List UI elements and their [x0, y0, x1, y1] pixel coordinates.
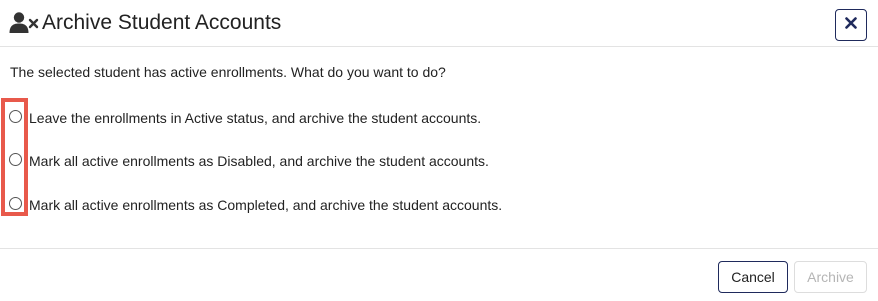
- close-icon: [845, 16, 857, 34]
- option-label[interactable]: Leave the enrollments in Active status, …: [29, 110, 481, 126]
- option-label[interactable]: Mark all active enrollments as Completed…: [29, 197, 502, 213]
- dialog-message: The selected student has active enrollme…: [10, 64, 446, 80]
- dialog-title: Archive Student Accounts: [42, 11, 282, 34]
- dialog-header: Archive Student Accounts: [0, 0, 878, 47]
- archive-button[interactable]: Archive: [794, 261, 867, 293]
- footer-divider: [0, 248, 878, 249]
- cancel-button[interactable]: Cancel: [718, 261, 788, 293]
- close-button[interactable]: [835, 9, 867, 41]
- radio-group-highlight: [1, 98, 28, 216]
- user-remove-icon: [9, 11, 39, 35]
- option-label[interactable]: Mark all active enrollments as Disabled,…: [29, 153, 489, 169]
